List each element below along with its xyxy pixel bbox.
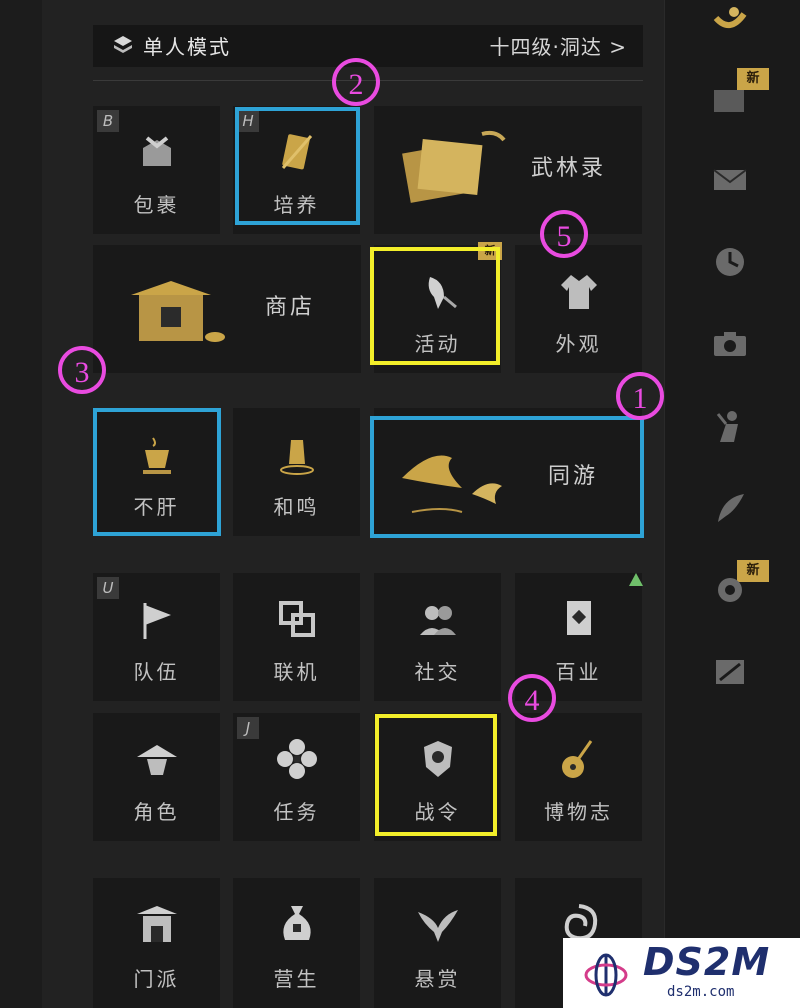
tile-label: 任务	[273, 800, 320, 824]
mode-label: 单人模式	[143, 35, 231, 59]
tile-label: 营生	[273, 967, 320, 991]
highlight-box-yellow	[375, 714, 497, 836]
people-icon	[419, 606, 456, 635]
hotkey-badge: U	[97, 577, 119, 599]
straw-hat-icon	[136, 745, 177, 775]
bird-avatar-icon[interactable]	[712, 4, 748, 40]
tile-multiplayer[interactable]: 联机	[233, 573, 360, 701]
hotkey-badge: J	[237, 717, 259, 739]
tile-quests[interactable]: J 任务	[233, 713, 360, 841]
tile-shop[interactable]: 商店	[93, 245, 361, 373]
level-link[interactable]: 十四级·洞达 >	[490, 31, 627, 60]
feather-icon[interactable]	[712, 490, 748, 526]
screen-icon[interactable]	[712, 84, 748, 120]
tile-label: 悬赏	[414, 967, 461, 991]
tile-label: 商店	[264, 295, 315, 320]
robe-icon	[560, 275, 597, 309]
hotkey-badge: B	[97, 110, 119, 132]
tile-bag[interactable]: B 包裹	[93, 106, 220, 234]
tile-label: 和鸣	[273, 495, 320, 519]
linked-squares-icon	[278, 601, 315, 637]
bag-icon	[142, 136, 171, 166]
up-triangle-icon	[629, 573, 643, 586]
tile-label: 包裹	[133, 193, 180, 217]
fullscreen-icon[interactable]	[712, 654, 748, 690]
tile-livelihood[interactable]: 营生	[233, 878, 360, 1008]
tile-label: 博物志	[544, 800, 613, 824]
highlight-box-blue	[235, 107, 360, 225]
flag-icon	[143, 603, 171, 639]
dancer-icon[interactable]	[712, 408, 748, 444]
ds2m-logo-icon	[584, 953, 628, 997]
tile-social[interactable]: 社交	[374, 573, 501, 701]
camera-icon[interactable]	[712, 326, 748, 362]
tile-label: 外观	[555, 332, 602, 356]
annotation-number: 3	[58, 346, 106, 394]
gear-icon[interactable]	[712, 572, 748, 608]
clock-icon[interactable]	[712, 244, 748, 280]
lute-icon	[561, 740, 592, 778]
martial-record-books-icon	[402, 130, 506, 203]
tile-harmony[interactable]: 和鸣	[233, 408, 360, 536]
tile-label: 社交	[414, 660, 461, 684]
annotation-number: 4	[508, 674, 556, 722]
single-player-icon	[114, 36, 132, 53]
highlight-box-blue	[370, 416, 644, 538]
tile-label: 门派	[133, 967, 180, 991]
tile-label: 武林录	[530, 156, 606, 181]
gate-icon	[136, 906, 177, 942]
watermark: DS2M ds2m.com	[563, 938, 800, 1008]
watermark-subtitle: ds2m.com	[667, 984, 735, 1000]
annotation-number: 2	[332, 58, 380, 106]
tile-label: 队伍	[133, 660, 180, 684]
tile-label: 角色	[133, 800, 180, 824]
annotation-number: 1	[616, 372, 664, 420]
shop-building-icon	[131, 281, 225, 342]
tile-team[interactable]: U 队伍	[93, 573, 220, 701]
tile-sect[interactable]: 门派	[93, 878, 220, 1008]
highlight-box-yellow	[370, 247, 500, 365]
tile-museum[interactable]: 博物志	[515, 713, 642, 841]
tile-label: 联机	[273, 660, 320, 684]
money-bag-icon	[282, 906, 311, 940]
highlight-box-blue	[93, 408, 221, 536]
banner-icon	[566, 601, 591, 635]
watermark-title: DS2M	[643, 940, 771, 984]
hawk-icon	[417, 910, 458, 942]
bell-icon	[279, 440, 314, 475]
mail-icon[interactable]	[712, 162, 748, 198]
tile-bounty[interactable]: 悬赏	[374, 878, 501, 1008]
tile-martial-record[interactable]: 武林录	[374, 106, 642, 234]
annotation-number: 5	[540, 210, 588, 258]
flower-icon	[276, 739, 317, 779]
tile-character[interactable]: 角色	[93, 713, 220, 841]
tile-appearance[interactable]: 外观	[515, 245, 642, 373]
